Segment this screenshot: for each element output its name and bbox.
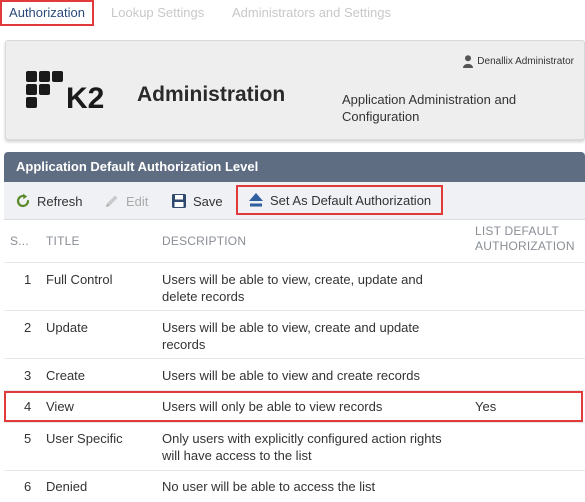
cell-s: 6 [24, 479, 32, 494]
panel-title: Application Default Authorization Level [4, 152, 585, 182]
toolbar: Refresh Edit Save Set As Default Authori… [4, 182, 585, 220]
table-header: S... TITLE DESCRIPTION LIST DEFAULT AUTH… [4, 220, 585, 262]
logo-text: K2 [66, 82, 104, 115]
cell-list-default: Yes [475, 399, 497, 414]
cell-description: No user will be able to access the list [162, 479, 376, 494]
save-label: Save [193, 193, 223, 209]
cell-title: Create [46, 368, 86, 383]
cell-description: Users will be able to view and create re… [162, 368, 420, 383]
refresh-button[interactable]: Refresh [15, 182, 83, 220]
cell-title: Update [46, 320, 88, 335]
refresh-icon [16, 193, 30, 208]
tab-administrators-and-settings[interactable]: Administrators and Settings [232, 2, 391, 24]
column-header-s[interactable]: S... [10, 234, 29, 248]
cell-s: 3 [24, 368, 32, 383]
set-as-default-authorization-label: Set As Default Authorization [270, 192, 432, 208]
table-row-selected[interactable]: 4 View Users will only be able to view r… [4, 390, 585, 422]
tab-lookup-settings[interactable]: Lookup Settings [111, 2, 204, 24]
k2-logo: K2 [26, 71, 104, 115]
table-row[interactable]: 3 Create Users will be able to view and … [4, 358, 585, 390]
cell-s: 1 [24, 272, 32, 287]
cell-s: 4 [24, 399, 32, 414]
refresh-label: Refresh [37, 193, 83, 209]
cell-description: Only users with explicitly configured ac… [162, 431, 442, 463]
edit-button[interactable]: Edit [104, 182, 148, 220]
authorization-table: S... TITLE DESCRIPTION LIST DEFAULT AUTH… [4, 220, 585, 502]
cell-description: Users will only be able to view records [162, 399, 383, 414]
user-icon [463, 55, 474, 68]
table-row[interactable]: 1 Full Control Users will be able to vie… [4, 262, 585, 310]
table-row[interactable]: 6 Denied No user will be able to access … [4, 470, 585, 502]
cell-title: User Specific [46, 431, 123, 446]
app-header: Denallix Administrator K2 Administration… [5, 40, 585, 140]
save-button[interactable]: Save [171, 182, 223, 220]
page-subtitle: Application Administration and Configura… [342, 92, 517, 124]
table-row[interactable]: 2 Update Users will be able to view, cre… [4, 310, 585, 358]
set-as-default-authorization-button[interactable]: Set As Default Authorization [236, 185, 444, 215]
cell-title: Full Control [46, 272, 113, 287]
user-name: Denallix Administrator [477, 56, 574, 67]
tab-authorization[interactable]: Authorization [0, 0, 94, 26]
table-row[interactable]: 5 User Specific Only users with explicit… [4, 422, 585, 470]
save-icon [172, 194, 186, 208]
cell-title: View [46, 399, 74, 414]
user-menu[interactable]: Denallix Administrator [463, 55, 574, 68]
upload-arrow-icon [249, 193, 263, 207]
cell-description: Users will be able to view, create, upda… [162, 272, 423, 304]
cell-s: 2 [24, 320, 32, 335]
tab-bar: Authorization Lookup Settings Administra… [0, 0, 585, 26]
pencil-icon [106, 195, 118, 207]
cell-s: 5 [24, 431, 32, 446]
cell-title: Denied [46, 479, 88, 494]
column-header-title[interactable]: TITLE [46, 234, 80, 248]
edit-label: Edit [126, 193, 149, 209]
column-header-description[interactable]: DESCRIPTION [162, 234, 246, 248]
cell-description: Users will be able to view, create and u… [162, 320, 420, 352]
page-title: Administration [137, 83, 286, 106]
column-header-list-default-authorization[interactable]: LIST DEFAULT AUTHORIZATION [475, 224, 585, 254]
